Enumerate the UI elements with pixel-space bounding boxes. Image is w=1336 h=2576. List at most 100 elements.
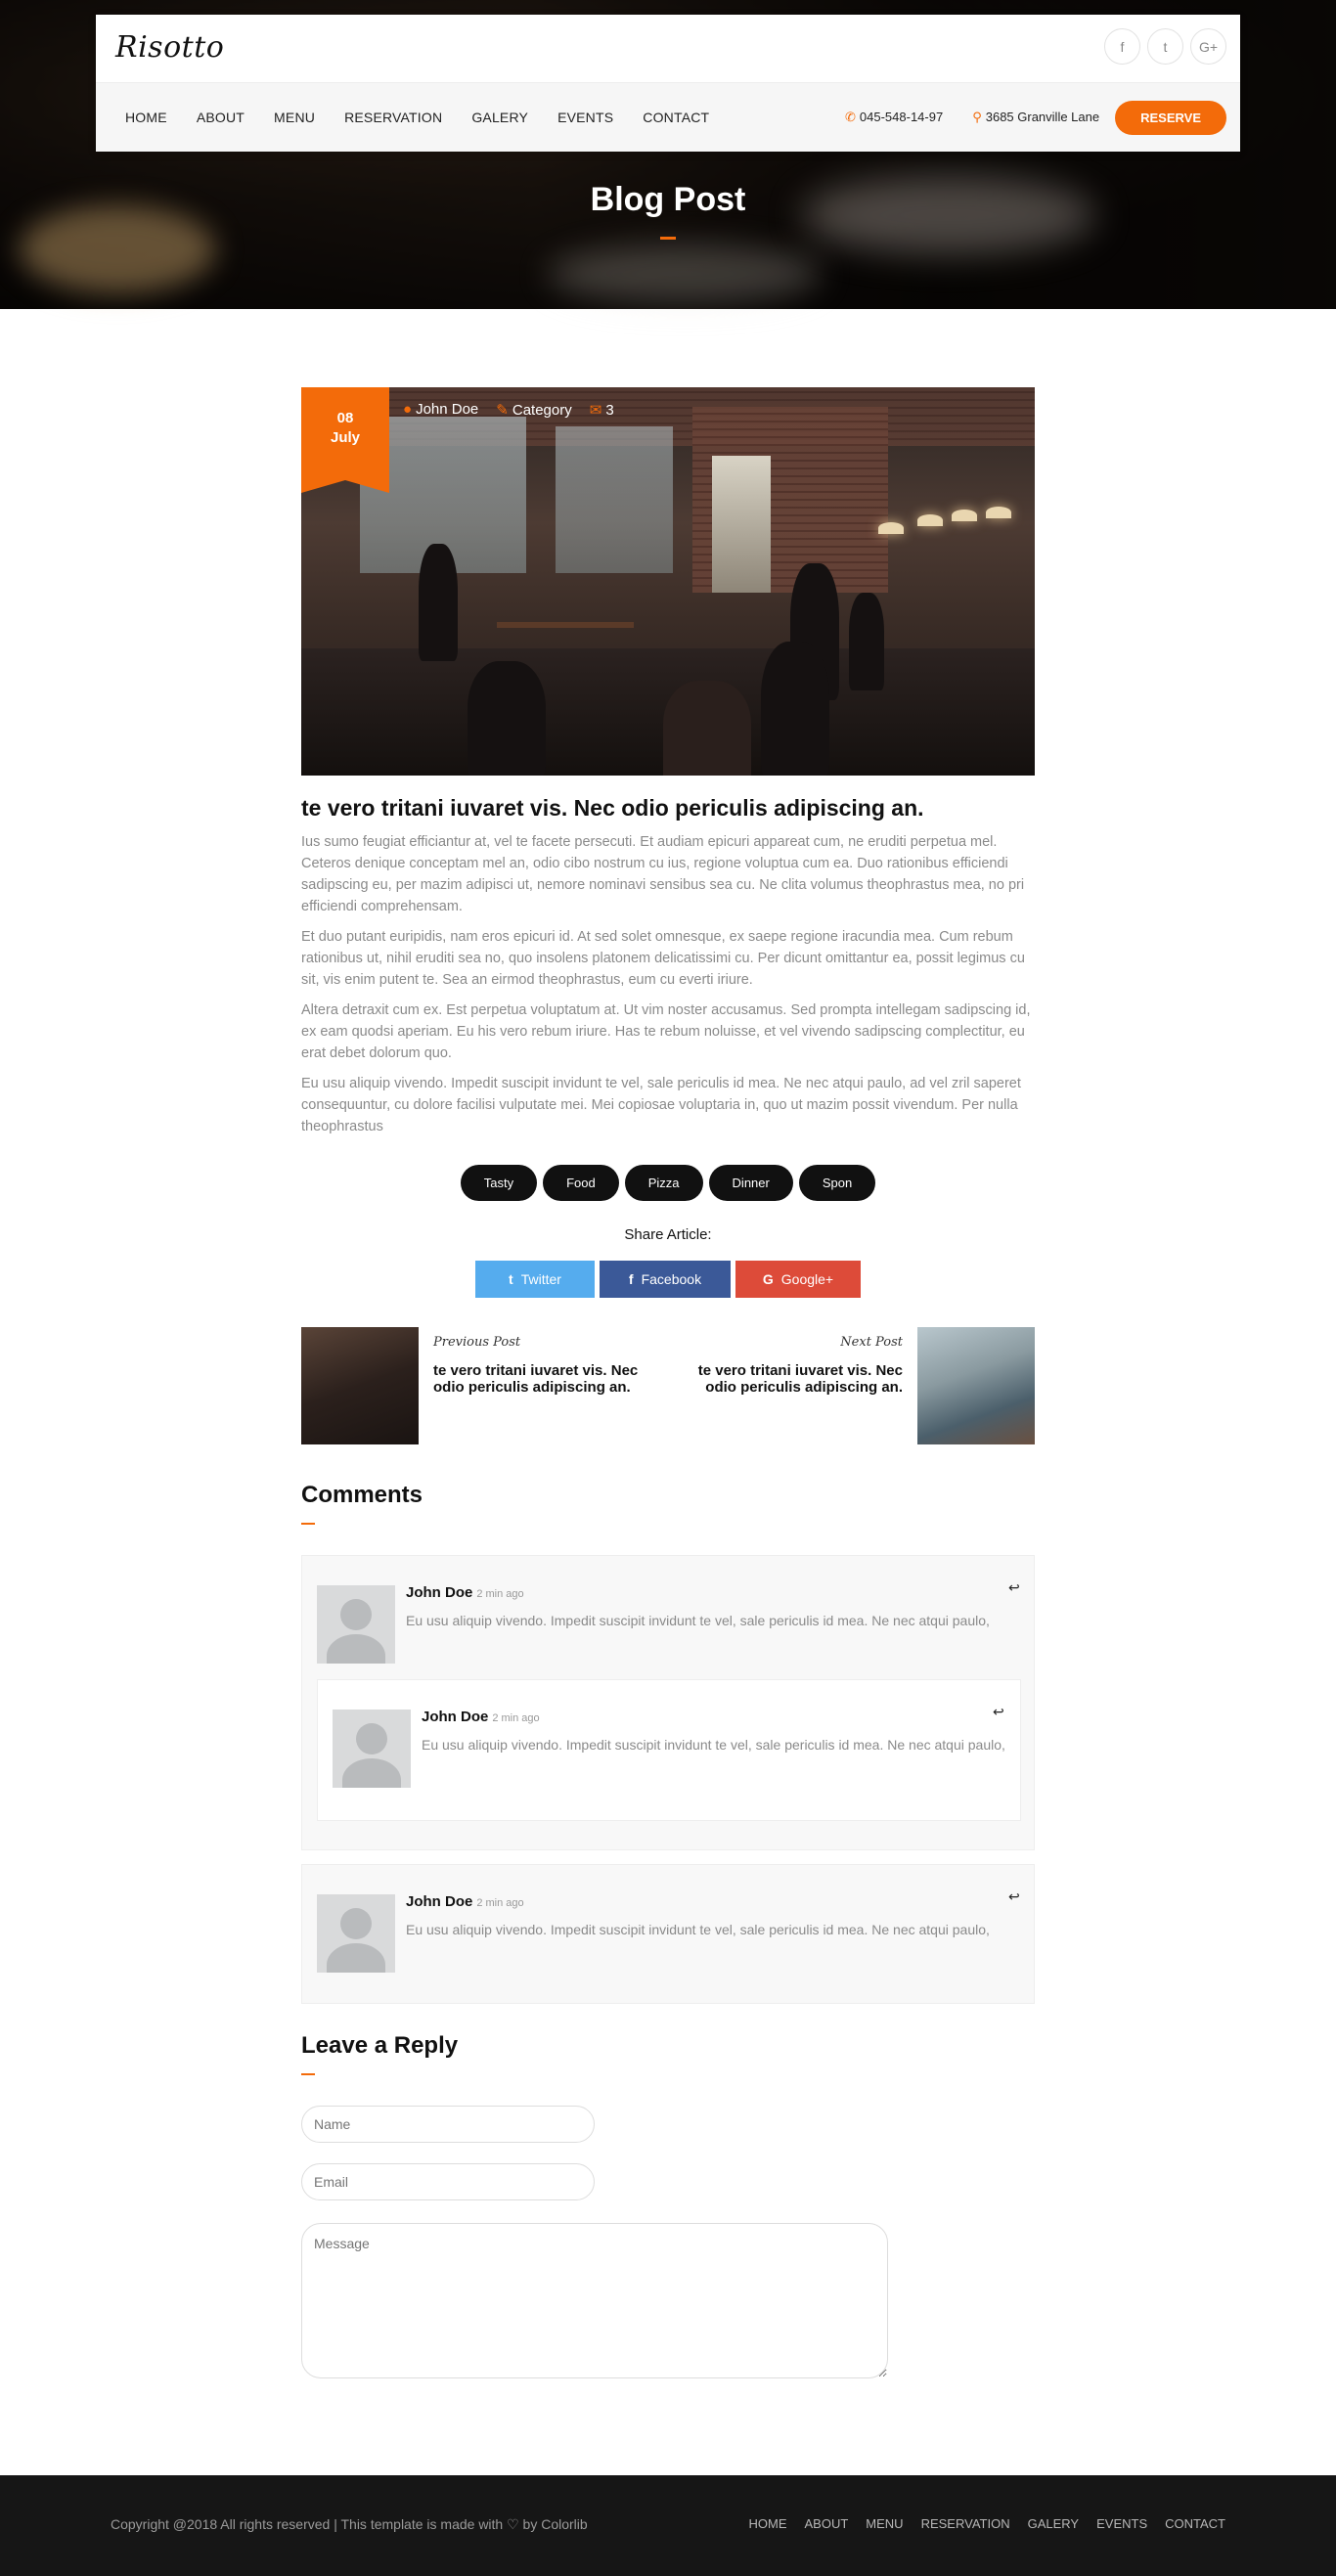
comment-text: Eu usu aliquip vivendo. Impedit suscipit… [406, 1922, 990, 1937]
nav-item-galery[interactable]: GALERY [471, 110, 528, 125]
comment-author-name: John Doe [422, 1709, 489, 1725]
next-post-thumbnail[interactable] [917, 1327, 1035, 1444]
post-author-name: John Doe [416, 401, 479, 418]
image-decor [497, 622, 634, 628]
reply-icon[interactable]: ↩ [1008, 1888, 1020, 1905]
message-textarea[interactable] [301, 2223, 888, 2378]
nav-item-contact[interactable]: CONTACT [643, 110, 709, 125]
avatar [333, 1710, 411, 1788]
post-author[interactable]: ● John Doe [403, 401, 478, 419]
image-decor [849, 593, 884, 690]
share-facebook-label: Facebook [641, 1271, 702, 1287]
share-google-button[interactable]: G Google+ [735, 1261, 861, 1298]
post-category-name: Category [512, 402, 572, 419]
tag-dinner[interactable]: Dinner [708, 1165, 793, 1201]
pencil-icon: ✎ [496, 402, 509, 419]
footer-menu: HOME ABOUT MENU RESERVATION GALERY EVENT… [748, 2516, 1225, 2531]
nav-item-menu[interactable]: MENU [274, 110, 315, 125]
hero-background-decor [548, 244, 822, 303]
post-comments-number: 3 [605, 402, 614, 419]
nav-item-events[interactable]: EVENTS [557, 110, 613, 125]
nav-item-home[interactable]: HOME [125, 110, 167, 125]
site-logo[interactable]: Risotto [115, 30, 224, 65]
avatar-head [340, 1599, 372, 1630]
header-top-bar: Risotto f t G+ [96, 15, 1240, 83]
comment-thread: John Doe 2 min ago Eu usu aliquip vivendo… [301, 1864, 1035, 2004]
footer-item-menu[interactable]: MENU [866, 2516, 903, 2531]
image-decor [556, 426, 673, 573]
user-icon: ● [403, 401, 413, 418]
social-links: f t G+ [1104, 28, 1226, 65]
reply-icon[interactable]: ↩ [993, 1704, 1004, 1720]
post-category[interactable]: ✎ Category [496, 401, 571, 419]
comment-author: John Doe 2 min ago [422, 1709, 540, 1725]
comment-time: 2 min ago [476, 1897, 524, 1909]
reply-icon[interactable]: ↩ [1008, 1579, 1020, 1596]
reserve-button[interactable]: RESERVE [1115, 100, 1226, 135]
share-buttons: t Twitter f Facebook G Google+ [0, 1261, 1336, 1298]
post-meta: ● John Doe ✎ Category ✉ 3 [403, 401, 614, 419]
nav-item-about[interactable]: ABOUT [197, 110, 245, 125]
nav-item-reservation[interactable]: RESERVATION [344, 110, 442, 125]
header-card: Risotto f t G+ HOME ABOUT MENU RESERVATI… [96, 15, 1240, 152]
footer-item-events[interactable]: EVENTS [1096, 2516, 1147, 2531]
image-decor [917, 514, 943, 526]
next-post-title[interactable]: te vero tritani iuvaret vis. Nec odio pe… [683, 1362, 903, 1396]
comment-author: John Doe 2 min ago [406, 1584, 524, 1601]
footer-item-contact[interactable]: CONTACT [1165, 2516, 1225, 2531]
title-underline [660, 237, 676, 240]
footer-copyright: Copyright @2018 All rights reserved | Th… [111, 2516, 588, 2532]
footer: Copyright @2018 All rights reserved | Th… [0, 2475, 1336, 2576]
image-decor [663, 681, 751, 776]
phone-icon: ✆ [845, 110, 856, 124]
twitter-icon: t [509, 1271, 513, 1287]
previous-post-thumbnail[interactable] [301, 1327, 419, 1444]
name-input[interactable] [301, 2106, 595, 2143]
image-decor [878, 522, 904, 534]
post-date-month: July [330, 429, 360, 446]
phone-number: 045-548-14-97 [859, 110, 944, 124]
avatar-body [327, 1943, 385, 1973]
google-plus-icon[interactable]: G+ [1190, 28, 1226, 65]
image-decor [419, 544, 458, 661]
tag-tasty[interactable]: Tasty [460, 1165, 538, 1201]
post-paragraph: Eu usu aliquip vivendo. Impedit suscipit… [301, 1076, 1021, 1134]
post-comments-count[interactable]: ✉ 3 [590, 401, 614, 419]
facebook-icon[interactable]: f [1104, 28, 1140, 65]
previous-post-title[interactable]: te vero tritani iuvaret vis. Nec odio pe… [433, 1362, 653, 1396]
comment-thread: John Doe 2 min ago Eu usu aliquip vivendo… [301, 1555, 1035, 1850]
avatar-body [327, 1634, 385, 1664]
avatar-head [340, 1908, 372, 1939]
tag-food[interactable]: Food [543, 1165, 619, 1201]
avatar-head [356, 1723, 387, 1754]
share-twitter-button[interactable]: t Twitter [475, 1261, 595, 1298]
nested-comment: John Doe 2 min ago Eu usu aliquip vivendo… [317, 1679, 1021, 1821]
share-facebook-button[interactable]: f Facebook [600, 1261, 731, 1298]
post-title: te vero tritani iuvaret vis. Nec odio pe… [301, 795, 924, 821]
footer-item-galery[interactable]: GALERY [1028, 2516, 1080, 2531]
facebook-icon: f [628, 1271, 634, 1287]
image-decor [468, 661, 546, 776]
tag-spon[interactable]: Spon [798, 1165, 876, 1201]
reply-form-title: Leave a Reply [301, 2032, 459, 2059]
comment-author-name: John Doe [406, 1584, 473, 1601]
footer-item-reservation[interactable]: RESERVATION [921, 2516, 1010, 2531]
email-input[interactable] [301, 2163, 595, 2200]
nav-menu: HOME ABOUT MENU RESERVATION GALERY EVENT… [125, 83, 738, 152]
comment-author: John Doe 2 min ago [406, 1893, 524, 1910]
title-underline [301, 2073, 315, 2075]
address-text: 3685 Granville Lane [985, 110, 1100, 124]
comment-time: 2 min ago [492, 1712, 540, 1724]
comments-icon: ✉ [589, 402, 602, 419]
footer-item-home[interactable]: HOME [748, 2516, 786, 2531]
comment-text: Eu usu aliquip vivendo. Impedit suscipit… [406, 1613, 990, 1628]
footer-item-about[interactable]: ABOUT [804, 2516, 848, 2531]
share-google-label: Google+ [780, 1271, 834, 1287]
post-body: Ius sumo feugiat efficiantur at, vel te … [301, 831, 1035, 1146]
twitter-icon[interactable]: t [1147, 28, 1183, 65]
previous-post-label: Previous Post [433, 1335, 521, 1350]
tag-pizza[interactable]: Pizza [624, 1165, 703, 1201]
post-navigation: Previous Post te vero tritani iuvaret vi… [301, 1327, 1035, 1444]
post-tags: Tasty Food Pizza Dinner Spon [0, 1165, 1336, 1201]
main-navigation: HOME ABOUT MENU RESERVATION GALERY EVENT… [96, 83, 1240, 152]
